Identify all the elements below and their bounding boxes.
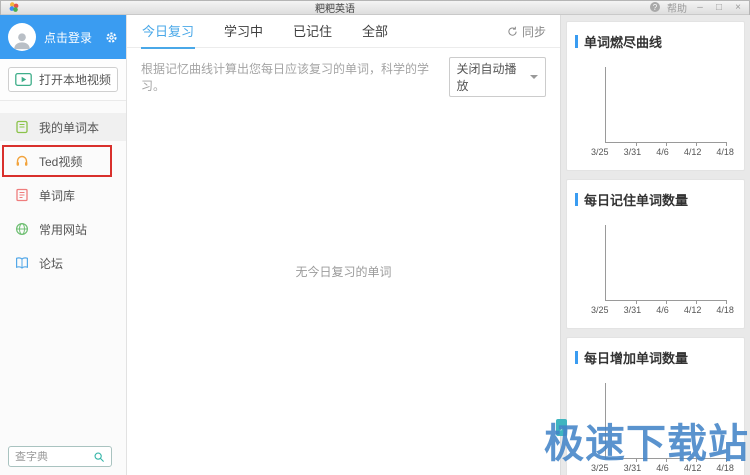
minimize-button[interactable]: –	[694, 2, 706, 13]
tab-all[interactable]: 全部	[361, 13, 389, 49]
title-accent-bar	[575, 193, 578, 206]
open-local-video-label: 打开本地视频	[38, 73, 111, 87]
sidebar-item-common-websites[interactable]: 常用网站	[0, 215, 126, 243]
chevron-down-icon	[530, 75, 538, 79]
gear-icon[interactable]	[105, 31, 118, 44]
watermark-badge: ›	[556, 419, 567, 436]
maximize-button[interactable]: □	[713, 2, 725, 13]
chart-title: 每日记住单词数量	[584, 193, 689, 208]
sidebar-item-forum[interactable]: 论坛	[0, 249, 126, 277]
avatar[interactable]	[8, 23, 36, 51]
sync-button[interactable]: 同步	[507, 23, 546, 40]
axis-tick	[696, 458, 697, 462]
charts-panel: 单词燃尽曲线 3/25 3/31 4/6 4/12 4/18 每日记住单词数量 …	[560, 15, 750, 475]
tab-learning[interactable]: 学习中	[223, 13, 264, 49]
axis-tick	[726, 300, 727, 304]
chart-card-burn-down: 单词燃尽曲线 3/25 3/31 4/6 4/12 4/18	[566, 21, 745, 171]
review-description: 根据记忆曲线计算出您每日应该复习的单词，科学的学习。	[141, 62, 430, 93]
open-local-video-button[interactable]: 打开本地视频	[8, 67, 118, 92]
axis-tick	[636, 458, 637, 462]
axis-tick	[696, 142, 697, 146]
sidebar-item-label: 常用网站	[39, 222, 88, 237]
tab-today-review[interactable]: 今日复习	[141, 13, 196, 49]
app-logo-icon	[9, 2, 19, 12]
sidebar-item-label: Ted视频	[39, 154, 83, 169]
title-accent-bar	[575, 35, 578, 48]
chart-title-row: 每日增加单词数量	[575, 348, 736, 367]
sidebar-item-label: 论坛	[39, 256, 64, 271]
chart-card-daily-added: 每日增加单词数量 3/25 3/31 4/6 4/12 4/18	[566, 337, 745, 475]
axis-tick	[666, 458, 667, 462]
tab-remembered[interactable]: 已记住	[292, 13, 333, 49]
x-tick-label: 4/18	[716, 147, 734, 157]
search-icon[interactable]	[93, 451, 105, 463]
axis-tick	[636, 300, 637, 304]
open-video-section: 打开本地视频	[0, 59, 126, 101]
x-tick-label: 3/31	[623, 463, 642, 473]
app-window: 粑粑英语 ? 帮助 – □ × 点击登录 打开本地视频 我的单词本 Ted视频 …	[0, 0, 750, 475]
x-tick-label: 3/31	[623, 305, 642, 315]
globe-icon	[15, 222, 29, 236]
x-tick-label: 4/6	[656, 463, 669, 473]
wordbook-icon	[16, 120, 28, 134]
video-icon	[15, 73, 32, 86]
x-tick-label: 4/18	[716, 463, 734, 473]
user-icon	[14, 33, 30, 50]
x-tick-label: 4/12	[683, 147, 702, 157]
sidebar-item-my-wordbook[interactable]: 我的单词本	[0, 113, 126, 141]
chart-title-row: 单词燃尽曲线	[575, 32, 736, 51]
x-tick-label: 4/6	[656, 147, 669, 157]
axis-tick	[636, 142, 637, 146]
sidebar-item-label: 我的单词本	[39, 120, 100, 135]
dictionary-search-input[interactable]	[15, 450, 93, 463]
window-title: 粑粑英语	[315, 3, 355, 15]
chart-title: 单词燃尽曲线	[584, 35, 663, 50]
axis-tick	[726, 458, 727, 462]
axis-tick	[666, 300, 667, 304]
sidebar-item-ted-video[interactable]: Ted视频	[0, 145, 126, 177]
sidebar: 点击登录 打开本地视频 我的单词本 Ted视频 单词库 常用网站 论坛 查字典	[0, 15, 127, 475]
sidebar-header: 点击登录	[0, 15, 126, 59]
chart-title: 每日增加单词数量	[584, 351, 689, 366]
description-row: 根据记忆曲线计算出您每日应该复习的单词，科学的学习。 关闭自动播放	[127, 48, 560, 97]
main-content: 今日复习 学习中 已记住 全部 同步 根据记忆曲线计算出您每日应该复习的单词，科…	[127, 15, 560, 475]
axis-tick	[696, 300, 697, 304]
x-tick-label: 3/25	[591, 463, 609, 473]
chart-plot	[605, 67, 727, 146]
chart-title-row: 每日记住单词数量	[575, 190, 736, 209]
chart-plot	[605, 225, 727, 304]
x-axis-labels: 3/25 3/31 4/6 4/12 4/18	[591, 305, 734, 315]
headphones-icon	[16, 155, 28, 166]
sidebar-menu: 我的单词本 Ted视频 单词库 常用网站 论坛	[0, 101, 126, 277]
word-library-icon	[16, 188, 28, 202]
sidebar-item-label: 单词库	[39, 188, 76, 203]
axis-tick	[726, 142, 727, 146]
chart-card-daily-remembered: 每日记住单词数量 3/25 3/31 4/6 4/12 4/18	[566, 179, 745, 329]
x-tick-label: 3/31	[623, 147, 642, 157]
x-tick-label: 4/6	[656, 305, 669, 315]
x-tick-label: 4/12	[683, 463, 702, 473]
refresh-icon	[508, 26, 517, 36]
x-axis-labels: 3/25 3/31 4/6 4/12 4/18	[591, 463, 734, 473]
title-accent-bar	[575, 351, 578, 364]
x-tick-label: 4/18	[716, 305, 734, 315]
empty-state-message: 无今日复习的单词	[295, 265, 392, 279]
sync-label: 同步	[521, 24, 546, 39]
login-button[interactable]: 点击登录	[44, 29, 105, 46]
axis-tick	[666, 142, 667, 146]
x-tick-label: 3/25	[591, 147, 609, 157]
x-tick-label: 3/25	[591, 305, 609, 315]
x-tick-label: 4/12	[683, 305, 702, 315]
tab-bar: 今日复习 学习中 已记住 全部 同步	[127, 13, 560, 49]
autoplay-dropdown[interactable]: 关闭自动播放	[448, 57, 546, 97]
dictionary-search-box[interactable]	[8, 446, 112, 467]
sidebar-item-word-library[interactable]: 单词库	[0, 181, 126, 209]
help-button[interactable]: 帮助	[667, 0, 687, 15]
chart-plot	[605, 383, 727, 462]
autoplay-dropdown-value: 关闭自动播放	[456, 62, 517, 93]
x-axis-labels: 3/25 3/31 4/6 4/12 4/18	[591, 147, 734, 157]
forum-icon	[16, 257, 28, 269]
close-button[interactable]: ×	[732, 2, 744, 13]
help-icon[interactable]: ?	[650, 2, 660, 12]
